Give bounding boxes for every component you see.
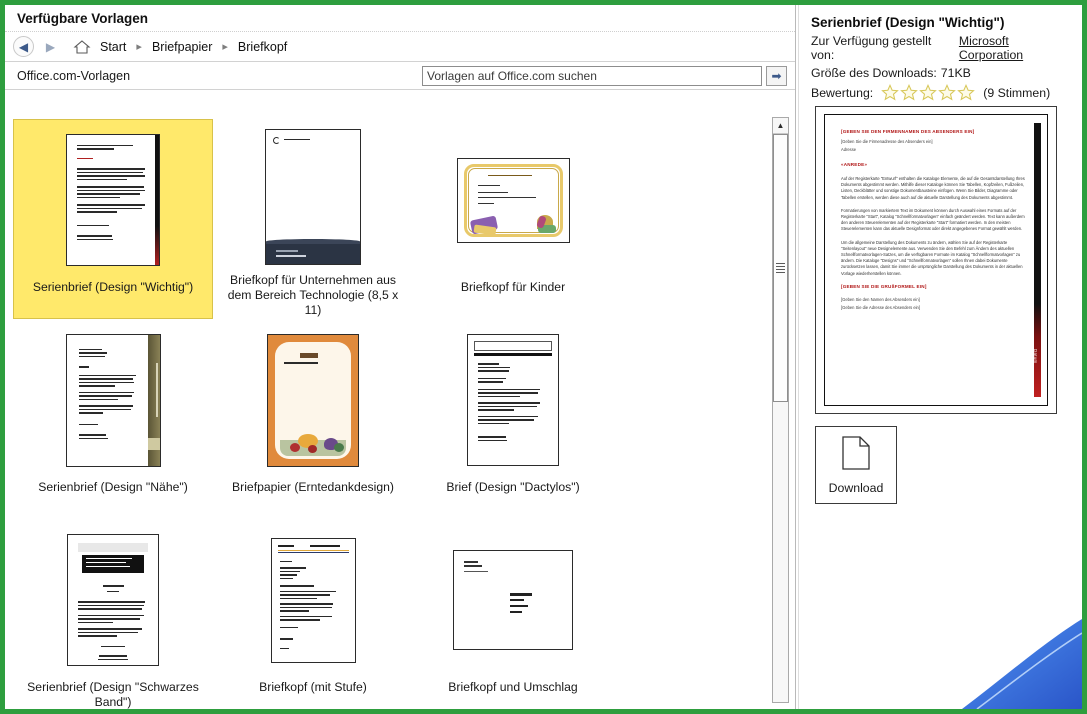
- template-tile-label: Brief (Design "Dactylos"): [446, 480, 580, 494]
- star-icon: [900, 84, 919, 101]
- document-page-icon: [842, 435, 870, 475]
- template-tile[interactable]: Briefkopf (mit Stufe): [213, 519, 413, 709]
- panes: Verfügbare Vorlagen ◀ ▶ Start ▸ Briefpap…: [5, 5, 1082, 709]
- star-icon: [957, 84, 976, 101]
- forward-arrow-icon[interactable]: ▶: [40, 36, 61, 57]
- preview-side-bar: Datum: [1033, 123, 1041, 397]
- thumbnail: [456, 126, 570, 274]
- details-title: Serienbrief (Design "Wichtig"): [811, 15, 1005, 30]
- star-icon: [938, 84, 957, 101]
- thumbnail: [270, 526, 356, 674]
- scrollbar-track[interactable]: [773, 134, 788, 702]
- scroll-up-arrow-icon[interactable]: ▲: [773, 118, 788, 134]
- template-tile[interactable]: Brief (Design "Dactylos"): [413, 319, 613, 519]
- search-row: Office.com-Vorlagen ➡: [5, 62, 795, 90]
- thumbnail: [67, 526, 159, 674]
- template-tile[interactable]: Briefpapier (Erntedankdesign): [213, 319, 413, 519]
- template-tile[interactable]: Briefkopf für Kinder: [413, 119, 613, 319]
- template-browser-window: Verfügbare Vorlagen ◀ ▶ Start ▸ Briefpap…: [0, 0, 1087, 714]
- left-pane: Verfügbare Vorlagen ◀ ▶ Start ▸ Briefpap…: [5, 5, 795, 709]
- thumbnail: [267, 326, 359, 474]
- star-icon: [919, 84, 938, 101]
- template-tile[interactable]: Briefkopf für Unternehmen aus dem Bereic…: [213, 119, 413, 319]
- download-button[interactable]: Download: [815, 426, 897, 504]
- template-preview: [GEBEN SIE DEN FIRMENNAMEN DES ABSENDERS…: [815, 106, 1057, 414]
- template-tile[interactable]: Serienbrief (Design "Wichtig"): [13, 119, 213, 319]
- template-tile-label: Briefkopf für Unternehmen aus dem Bereic…: [227, 273, 399, 317]
- scroll-grip-icon: [776, 261, 785, 275]
- template-tile[interactable]: Briefkopf und Umschlag: [413, 519, 613, 709]
- template-tile-label: Briefkopf für Kinder: [460, 280, 566, 294]
- details-rating-label: Bewertung:: [811, 85, 874, 100]
- thumbnail: [66, 126, 160, 274]
- vertical-scrollbar[interactable]: ▲: [772, 117, 789, 703]
- preview-heading-closing: [GEBEN SIE DIE GRUßFORMEL EIN]: [841, 283, 927, 289]
- preview-paragraph-3: Um die allgemeine Darstellung des Dokume…: [841, 239, 1023, 276]
- template-tile[interactable]: Serienbrief (Design "Schwarzes Band"): [13, 519, 213, 709]
- details-size-value: 71KB: [940, 66, 971, 80]
- details-provider-label: Zur Verfügung gestellt von:: [811, 34, 932, 62]
- thumbnail: [265, 126, 361, 267]
- back-arrow-icon[interactable]: ◀: [13, 36, 34, 57]
- search-go-button[interactable]: ➡: [766, 65, 787, 86]
- thumbnail: [65, 326, 161, 474]
- template-tile-label: Serienbrief (Design "Nähe"): [38, 480, 188, 494]
- preview-heading-salutation: «ANREDE»: [841, 162, 868, 167]
- search-input[interactable]: [422, 65, 762, 86]
- template-tile-label: Serienbrief (Design "Schwarzes Band"): [27, 680, 199, 709]
- preview-heading-company: [GEBEN SIE DEN FIRMENNAMEN DES ABSENDERS…: [841, 129, 975, 134]
- preview-paragraph-1: Auf der Registerkarte "Entwurf" enthalte…: [841, 176, 1025, 200]
- search-group: ➡: [422, 65, 787, 86]
- preview-paragraph-2: Formatierungen von markiertem Text im Do…: [841, 207, 1025, 232]
- thumbnail: [453, 526, 573, 674]
- details-provider-link[interactable]: Microsoft Corporation: [959, 34, 1074, 62]
- details-pane: Serienbrief (Design "Wichtig") Zur Verfü…: [799, 5, 1082, 709]
- breadcrumb-item-briefkopf[interactable]: Briefkopf: [235, 39, 290, 55]
- preview-date-label: Datum: [1033, 348, 1038, 363]
- details-size-label: Größe des Downloads:: [811, 66, 937, 80]
- details-size-row: Größe des Downloads: 71KB: [811, 66, 1074, 80]
- template-grid: Serienbrief (Design "Wichtig") Briefkopf…: [5, 113, 772, 709]
- rating-stars[interactable]: [881, 84, 976, 101]
- page-title: Verfügbare Vorlagen: [5, 5, 795, 32]
- chevron-right-icon: ▸: [136, 41, 142, 53]
- rating-votes: (9 Stimmen): [983, 85, 1051, 100]
- preview-page: [GEBEN SIE DEN FIRMENNAMEN DES ABSENDERS…: [824, 114, 1048, 406]
- navigation-bar: ◀ ▶ Start ▸ Briefpapier ▸ Briefkopf: [5, 32, 795, 62]
- template-tile[interactable]: Serienbrief (Design "Nähe"): [13, 319, 213, 519]
- preview-sub-address: [Geben Sie die Firmenadresse des Absende…: [841, 139, 933, 144]
- chevron-right-icon: ▸: [222, 41, 228, 53]
- thumbnail: [467, 326, 559, 474]
- details-provider-row: Zur Verfügung gestellt von: Microsoft Co…: [811, 34, 1074, 62]
- template-grid-area: Serienbrief (Design "Wichtig") Briefkopf…: [5, 113, 795, 709]
- details-rating-row: Bewertung: (9 Stimmen): [811, 84, 1074, 101]
- preview-footer-2: [Geben Sie die Adresse des Absenders ein…: [841, 304, 920, 310]
- breadcrumb-item-briefpapier[interactable]: Briefpapier: [149, 39, 215, 55]
- home-icon[interactable]: [73, 39, 91, 55]
- preview-footer-1: [Geben Sie den Namen des Absenders ein]: [841, 296, 920, 302]
- breadcrumb-item-start[interactable]: Start: [97, 39, 129, 55]
- scrollbar-thumb[interactable]: [773, 134, 788, 402]
- template-tile-label: Briefkopf und Umschlag: [448, 680, 578, 694]
- template-tile-label: Serienbrief (Design "Wichtig"): [32, 280, 194, 294]
- star-icon: [881, 84, 900, 101]
- download-button-label: Download: [828, 480, 884, 495]
- preview-sub-address2: Adresse: [841, 147, 857, 152]
- category-label: Office.com-Vorlagen: [17, 68, 131, 83]
- template-tile-label: Briefpapier (Erntedankdesign): [232, 480, 394, 494]
- template-tile-label: Briefkopf (mit Stufe): [259, 680, 367, 694]
